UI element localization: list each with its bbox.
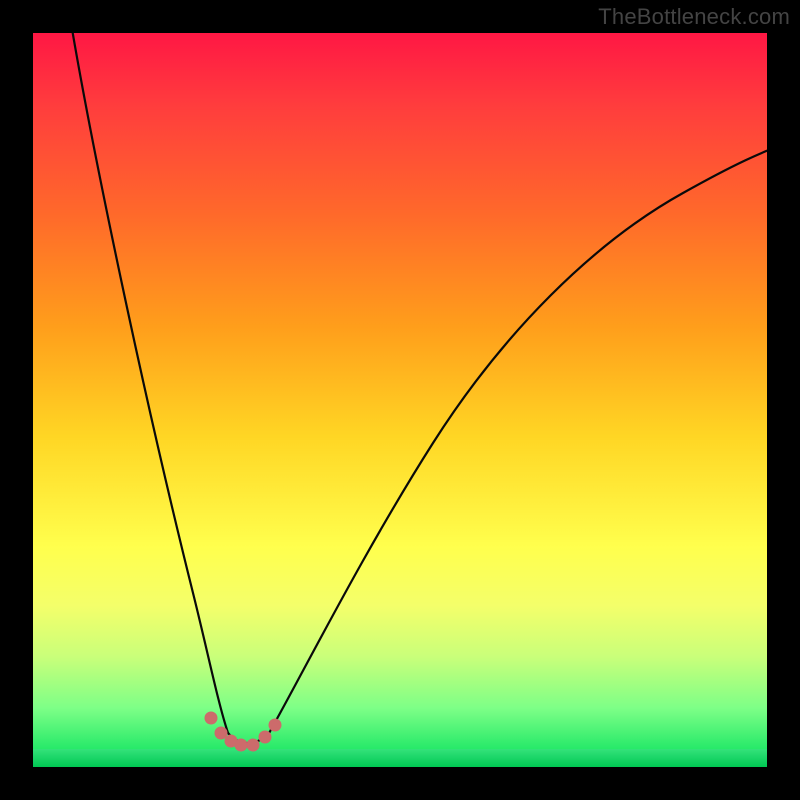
curve-svg — [33, 33, 767, 767]
watermark-label: TheBottleneck.com — [598, 4, 790, 30]
curve-left-branch — [71, 33, 228, 733]
chart-frame: TheBottleneck.com — [0, 0, 800, 800]
plot-area — [33, 33, 767, 767]
curve-right-branch — [268, 141, 767, 735]
